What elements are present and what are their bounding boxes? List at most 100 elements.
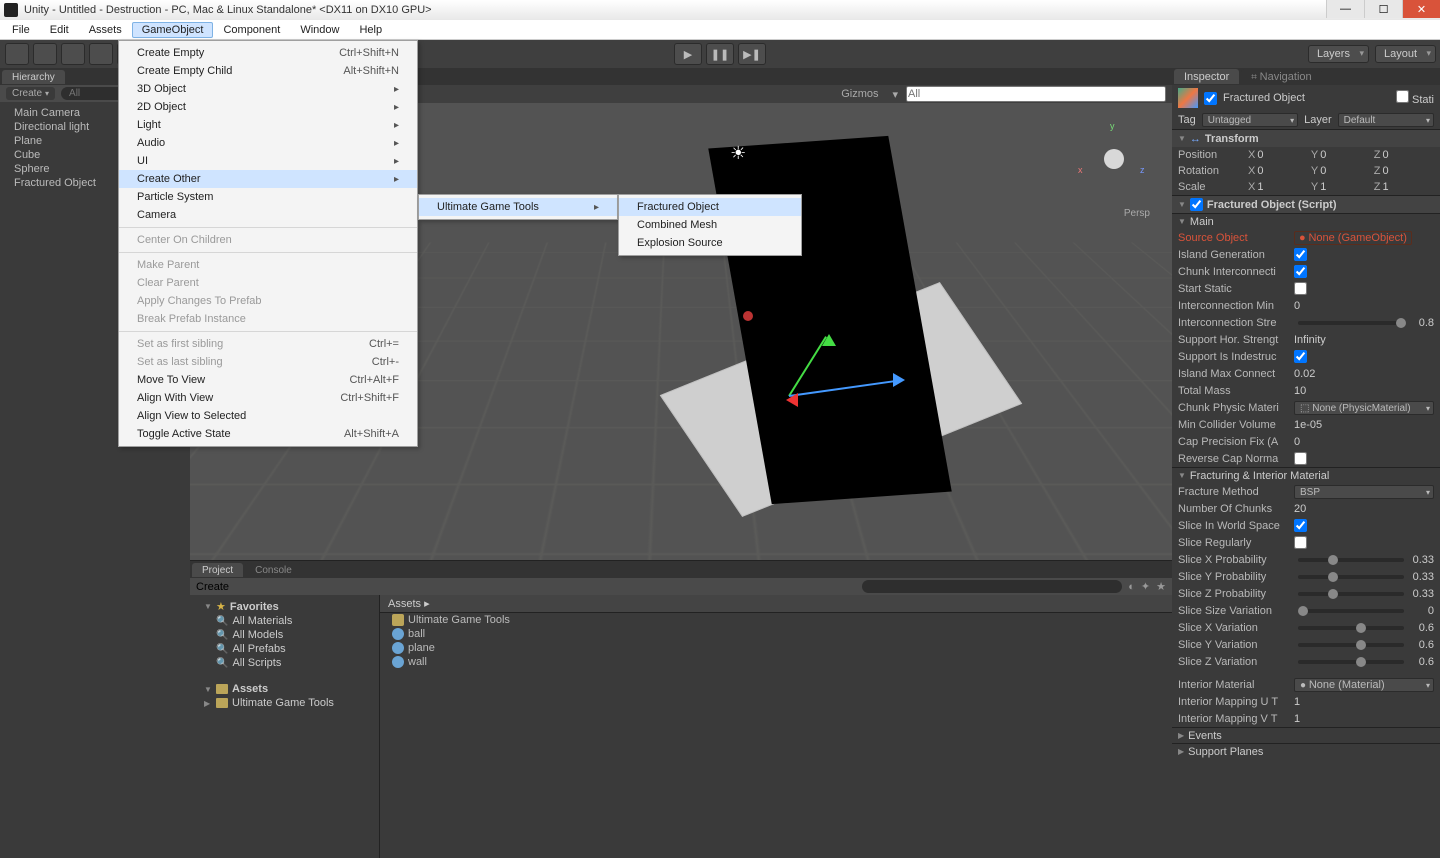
inspector-field[interactable]: Fracture MethodBSP [1172, 483, 1440, 500]
menu-item[interactable]: Create Other [119, 170, 417, 188]
inspector-field[interactable]: Support Hor. StrengtInfinity [1172, 331, 1440, 348]
orientation-gizmo[interactable]: y x z [1074, 119, 1154, 199]
assets-root[interactable]: ▼Assets [190, 682, 379, 696]
gameobject-menu[interactable]: Create EmptyCtrl+Shift+NCreate Empty Chi… [118, 40, 418, 447]
window-minimize-button[interactable]: — [1326, 0, 1364, 18]
inspector-field[interactable]: Reverse Cap Norma [1172, 450, 1440, 467]
asset-item[interactable]: ball [380, 627, 1172, 641]
hierarchy-create-button[interactable]: Create [6, 87, 55, 100]
scale-tool-button[interactable] [89, 43, 113, 65]
interior-v-value[interactable]: 1 [1294, 713, 1434, 725]
menu-item[interactable]: Create EmptyCtrl+Shift+N [119, 44, 417, 62]
favorite-item[interactable]: 🔍All Models [190, 628, 379, 642]
navigation-tab[interactable]: ⌗ Navigation [1241, 69, 1321, 84]
inspector-field[interactable]: Island Generation [1172, 246, 1440, 263]
menu-item[interactable]: UI [119, 152, 417, 170]
inspector-field[interactable]: Island Max Connect0.02 [1172, 365, 1440, 382]
inspector-field[interactable]: Interconnection Stre0.8 [1172, 314, 1440, 331]
static-checkbox[interactable] [1396, 90, 1409, 103]
project-search-input[interactable] [862, 580, 1122, 593]
gameobject-name-field[interactable]: Fractured Object [1223, 92, 1305, 104]
project-tab[interactable]: Project [192, 563, 243, 577]
move-tool-button[interactable] [33, 43, 57, 65]
search-filter-icon[interactable]: ◐ [1128, 581, 1135, 593]
step-button[interactable]: ▶❚ [738, 43, 766, 65]
gizmos-dropdown[interactable]: Gizmos [835, 87, 884, 101]
inspector-field[interactable]: Slice Z Probability0.33 [1172, 585, 1440, 602]
script-component-header[interactable]: ▼Fractured Object (Script) [1172, 195, 1440, 213]
transform-rot[interactable]: RotationX0Y0Z0 [1172, 163, 1440, 179]
menu-item[interactable]: Audio [119, 134, 417, 152]
inspector-tab[interactable]: Inspector [1174, 69, 1239, 84]
source-object-field[interactable]: ● None (GameObject) [1294, 231, 1412, 245]
menu-edit[interactable]: Edit [40, 22, 79, 38]
menu-file[interactable]: File [2, 22, 40, 38]
inspector-field[interactable]: Slice In World Space [1172, 517, 1440, 534]
asset-item[interactable]: wall [380, 655, 1172, 669]
layer-dropdown[interactable]: Default [1338, 113, 1434, 127]
inspector-field[interactable]: Slice X Probability0.33 [1172, 551, 1440, 568]
menu-item[interactable]: Explosion Source [619, 234, 801, 252]
favorite-item[interactable]: 🔍All Prefabs [190, 642, 379, 656]
rotate-tool-button[interactable] [61, 43, 85, 65]
inspector-field[interactable]: Min Collider Volume1e-05 [1172, 416, 1440, 433]
support-planes-section-header[interactable]: ▶Support Planes [1172, 743, 1440, 759]
inspector-field[interactable]: Start Static [1172, 280, 1440, 297]
layout-dropdown[interactable]: Layout [1375, 45, 1436, 63]
scene-search-input[interactable] [906, 86, 1166, 102]
hand-tool-button[interactable] [5, 43, 29, 65]
ultimate-game-tools-submenu[interactable]: Fractured ObjectCombined MeshExplosion S… [618, 194, 802, 256]
inspector-field[interactable]: Support Is Indestruc [1172, 348, 1440, 365]
menu-item[interactable]: Toggle Active StateAlt+Shift+A [119, 425, 417, 443]
menu-item[interactable]: Fractured Object [619, 198, 801, 216]
menu-gameobject[interactable]: GameObject [132, 22, 214, 38]
window-close-button[interactable]: ✕ [1402, 0, 1440, 18]
gameobject-icon[interactable] [1178, 88, 1198, 108]
asset-item[interactable]: plane [380, 641, 1172, 655]
favorite-item[interactable]: 🔍All Materials [190, 614, 379, 628]
menu-item[interactable]: Create Empty ChildAlt+Shift+N [119, 62, 417, 80]
menu-item[interactable]: 2D Object [119, 98, 417, 116]
projection-label[interactable]: Persp [1124, 208, 1150, 219]
interior-u-value[interactable]: 1 [1294, 696, 1434, 708]
menu-item[interactable]: Camera [119, 206, 417, 224]
asset-item[interactable]: Ultimate Game Tools [380, 613, 1172, 627]
menu-item[interactable]: Light [119, 116, 417, 134]
menu-item[interactable]: Move To ViewCtrl+Alt+F [119, 371, 417, 389]
tag-dropdown[interactable]: Untagged [1202, 113, 1298, 127]
inspector-field[interactable]: Slice Size Variation0 [1172, 602, 1440, 619]
transform-pos[interactable]: PositionX0Y0Z0 [1172, 147, 1440, 163]
search-label-icon[interactable]: ✦ [1141, 580, 1150, 593]
inspector-field[interactable]: Slice Z Variation0.6 [1172, 653, 1440, 670]
main-section-header[interactable]: ▼Main [1172, 213, 1440, 229]
hierarchy-tab[interactable]: Hierarchy [2, 70, 65, 84]
window-maximize-button[interactable]: ☐ [1364, 0, 1402, 18]
script-enabled-checkbox[interactable] [1190, 198, 1203, 211]
fracturing-section-header[interactable]: ▼Fracturing & Interior Material [1172, 467, 1440, 483]
menu-assets[interactable]: Assets [79, 22, 132, 38]
inspector-field[interactable]: Number Of Chunks20 [1172, 500, 1440, 517]
inspector-field[interactable]: Interconnection Min0 [1172, 297, 1440, 314]
play-button[interactable]: ▶ [674, 43, 702, 65]
menu-component[interactable]: Component [213, 22, 290, 38]
menu-help[interactable]: Help [349, 22, 392, 38]
inspector-field[interactable]: Slice Y Variation0.6 [1172, 636, 1440, 653]
project-create-button[interactable]: Create [196, 581, 229, 593]
menu-item[interactable]: Align View to Selected [119, 407, 417, 425]
gameobject-active-checkbox[interactable] [1204, 92, 1217, 105]
transform-scl[interactable]: ScaleX1Y1Z1 [1172, 179, 1440, 195]
assets-breadcrumb[interactable]: Assets ▸ [380, 595, 1172, 613]
favorite-item[interactable]: 🔍All Scripts [190, 656, 379, 670]
transform-component-header[interactable]: ▼↔Transform [1172, 129, 1440, 147]
assets-folder[interactable]: ▶Ultimate Game Tools [190, 696, 379, 710]
search-save-icon[interactable]: ★ [1156, 580, 1166, 593]
menu-item[interactable]: Ultimate Game Tools [419, 198, 617, 216]
create-other-submenu[interactable]: Ultimate Game Tools [418, 194, 618, 220]
interior-material-field[interactable]: ● None (Material) [1294, 678, 1434, 692]
inspector-field[interactable]: Chunk Interconnecti [1172, 263, 1440, 280]
menu-item[interactable]: Align With ViewCtrl+Shift+F [119, 389, 417, 407]
menu-window[interactable]: Window [290, 22, 349, 38]
pause-button[interactable]: ❚❚ [706, 43, 734, 65]
inspector-field[interactable]: Cap Precision Fix (A0 [1172, 433, 1440, 450]
inspector-field[interactable]: Chunk Physic Materi⬚ None (PhysicMateria… [1172, 399, 1440, 416]
